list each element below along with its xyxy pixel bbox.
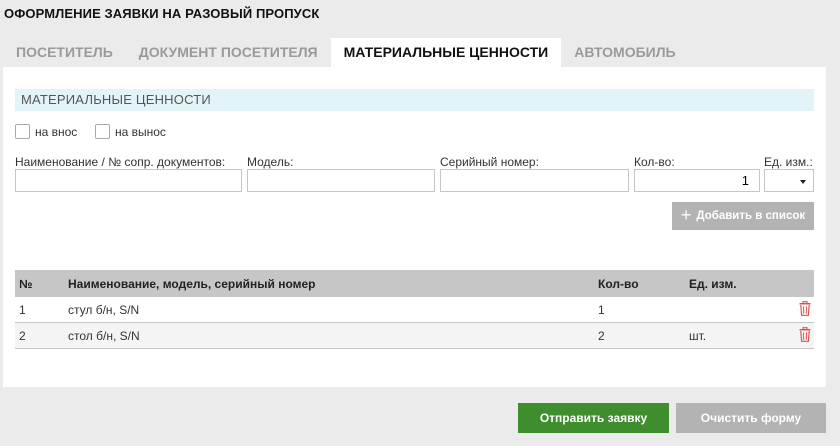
table-row: 1 стул б/н, S/N 1 [15,297,814,323]
checkbox-label: на внос [35,124,78,139]
serial-field[interactable] [440,169,629,192]
col-header-qty: Кол-во [598,276,639,291]
checkbox-label: на вынос [115,124,166,139]
model-field[interactable] [247,169,435,192]
tab-bar: ПОСЕТИТЕЛЬ ДОКУМЕНТ ПОСЕТИТЕЛЯ МАТЕРИАЛЬ… [3,38,689,67]
col-header-unit: Ед. изм. [689,276,737,291]
add-to-list-label: Добавить в список [696,210,806,222]
col-header-num: № [19,276,33,291]
chevron-down-icon [800,180,806,184]
checkbox-box[interactable] [95,124,110,139]
tab-visitor[interactable]: ПОСЕТИТЕЛЬ [3,38,126,67]
row-name: стол б/н, S/N [68,328,140,343]
items-table: № Наименование, модель, серийный номер К… [15,270,814,349]
plus-icon: + [680,205,692,225]
clear-form-button[interactable]: Очистить форму [676,403,826,433]
tab-material-values[interactable]: МАТЕРИАЛЬНЫЕ ЦЕННОСТИ [330,38,562,67]
row-num: 1 [19,302,26,317]
model-field-label: Модель: [247,155,294,169]
bring-in-checkbox[interactable]: на внос [15,124,77,139]
name-field-label: Наименование / № сопр. документов: [15,155,226,169]
page-title: ОФОРМЛЕНИЕ ЗАЯВКИ НА РАЗОВЫЙ ПРОПУСК [4,6,320,21]
qty-field-label: Кол-во: [634,155,675,169]
table-header: № Наименование, модель, серийный номер К… [15,270,814,297]
unit-field-label: Ед. изм.: [764,155,813,169]
section-header: МАТЕРИАЛЬНЫЕ ЦЕННОСТИ [15,89,814,111]
submit-request-button[interactable]: Отправить заявку [518,403,669,433]
tab-vehicle[interactable]: АВТОМОБИЛЬ [561,38,688,67]
row-name: стул б/н, S/N [68,302,140,317]
row-qty: 1 [598,302,605,317]
row-num: 2 [19,328,26,343]
table-row: 2 стол б/н, S/N 2 шт. [15,323,814,349]
qty-field[interactable] [634,169,760,192]
tab-panel: МАТЕРИАЛЬНЫЕ ЦЕННОСТИ на внос на вынос Н… [3,67,826,387]
col-header-name: Наименование, модель, серийный номер [68,276,316,291]
name-field[interactable] [15,169,242,192]
checkbox-box[interactable] [15,124,30,139]
trash-icon[interactable] [799,326,811,345]
unit-select[interactable] [764,169,814,192]
row-unit: шт. [689,328,707,343]
row-qty: 2 [598,328,605,343]
take-out-checkbox[interactable]: на вынос [95,124,166,139]
serial-field-label: Серийный номер: [440,155,539,169]
tab-visitor-document[interactable]: ДОКУМЕНТ ПОСЕТИТЕЛЯ [126,38,331,67]
trash-icon[interactable] [799,300,811,319]
add-to-list-button[interactable]: + Добавить в список [672,202,814,230]
